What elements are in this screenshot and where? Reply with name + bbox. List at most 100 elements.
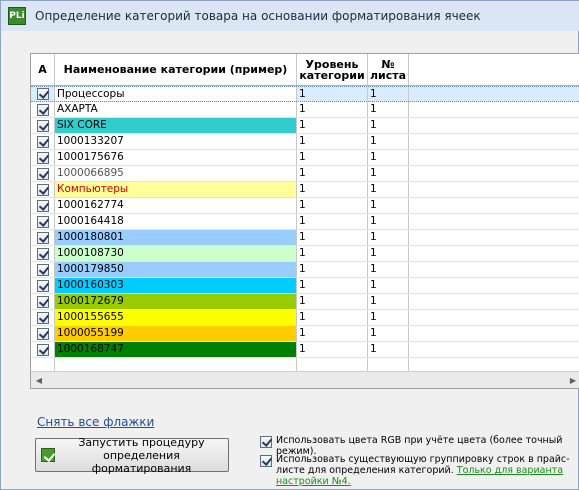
table-row[interactable]: Компьютеры 1 1 [31,182,579,198]
table-row[interactable]: 1000179850 1 1 [31,262,579,278]
row-checkbox[interactable] [36,167,49,180]
row-sheet[interactable]: 1 [368,310,409,325]
row-sheet[interactable]: 1 [368,150,409,165]
table-row[interactable]: 1000175676 1 1 [31,150,579,166]
clear-all-flags-link[interactable]: Снять все флажки [37,415,154,429]
row-checkbox[interactable] [36,231,49,244]
row-level[interactable]: 1 [297,246,368,261]
row-level[interactable]: 1 [297,134,368,149]
row-flag-cell[interactable] [31,342,55,357]
row-category-name[interactable]: 1000179850 [55,262,297,277]
row-flag-cell[interactable] [31,198,55,213]
row-sheet[interactable]: 1 [368,230,409,245]
row-category-name[interactable]: Процессоры [55,87,297,101]
row-sheet[interactable]: 1 [368,198,409,213]
row-checkbox[interactable] [36,247,49,260]
row-flag-cell[interactable] [31,166,55,181]
table-row[interactable]: AXAPTA 1 1 [31,102,579,118]
row-checkbox[interactable] [36,327,49,340]
row-category-name[interactable]: 1000175676 [55,150,297,165]
row-sheet[interactable]: 1 [368,246,409,261]
row-category-name[interactable]: 1000108730 [55,246,297,261]
scroll-right-icon[interactable]: ▶ [565,372,579,388]
row-sheet[interactable]: 1 [368,262,409,277]
row-sheet[interactable]: 1 [368,326,409,341]
row-level[interactable]: 1 [297,198,368,213]
row-flag-cell[interactable] [31,230,55,245]
row-level[interactable]: 1 [297,118,368,133]
table-row[interactable]: 1000180801 1 1 [31,230,579,246]
row-category-name[interactable]: 1000172679 [55,294,297,309]
header-col-a[interactable]: А [31,54,55,85]
row-level[interactable]: 1 [297,102,368,117]
row-sheet[interactable]: 1 [368,118,409,133]
row-level[interactable]: 1 [297,214,368,229]
row-level[interactable]: 1 [297,278,368,293]
row-checkbox[interactable] [36,151,49,164]
row-flag-cell[interactable] [31,182,55,197]
row-flag-cell[interactable] [31,294,55,309]
row-level[interactable]: 1 [297,310,368,325]
row-flag-cell[interactable] [31,118,55,133]
row-flag-cell[interactable] [31,326,55,341]
row-checkbox[interactable] [36,343,49,356]
table-row[interactable]: 1000133207 1 1 [31,134,579,150]
table-row[interactable]: 1000172679 1 1 [31,294,579,310]
grouping-checkbox[interactable] [260,455,272,467]
row-checkbox[interactable] [36,199,49,212]
row-category-name[interactable]: 1000160303 [55,278,297,293]
table-row[interactable]: SIX CORE 1 1 [31,118,579,134]
row-category-name[interactable]: 1000164418 [55,214,297,229]
row-checkbox[interactable] [36,103,49,116]
row-level[interactable]: 1 [297,342,368,357]
table-row[interactable]: 1000164418 1 1 [31,214,579,230]
row-category-name[interactable]: SIX CORE [55,118,297,133]
row-sheet[interactable]: 1 [368,166,409,181]
row-level[interactable]: 1 [297,262,368,277]
row-sheet[interactable]: 1 [368,342,409,357]
row-category-name[interactable]: 1000133207 [55,134,297,149]
rgb-checkbox[interactable] [260,436,272,448]
row-sheet[interactable]: 1 [368,87,409,101]
header-col-sheet[interactable]: № листа [368,54,409,85]
row-flag-cell[interactable] [31,150,55,165]
row-level[interactable]: 1 [297,326,368,341]
row-category-name[interactable]: 1000168747 [55,342,297,357]
row-flag-cell[interactable] [31,278,55,293]
row-checkbox[interactable] [36,88,49,100]
row-checkbox[interactable] [36,295,49,308]
table-row[interactable]: 1000162774 1 1 [31,198,579,214]
row-sheet[interactable]: 1 [368,214,409,229]
row-checkbox[interactable] [36,279,49,292]
table-row[interactable]: 1000108730 1 1 [31,246,579,262]
row-flag-cell[interactable] [31,134,55,149]
row-level[interactable]: 1 [297,182,368,197]
row-flag-cell[interactable] [31,87,55,101]
row-checkbox[interactable] [36,135,49,148]
row-checkbox[interactable] [36,119,49,132]
row-category-name[interactable]: 1000155655 [55,310,297,325]
row-category-name[interactable]: 1000066895 [55,166,297,181]
run-procedure-button[interactable]: Запустить процедуру определения форматир… [35,436,229,475]
row-checkbox[interactable] [36,263,49,276]
row-category-name[interactable]: 1000055199 [55,326,297,341]
scroll-left-icon[interactable]: ◀ [31,372,47,388]
row-flag-cell[interactable] [31,102,55,117]
horizontal-scrollbar[interactable]: ◀ ▶ [31,371,579,388]
row-sheet[interactable]: 1 [368,182,409,197]
option-grouping[interactable]: Использовать существующую группировку ст… [260,454,579,487]
row-level[interactable]: 1 [297,294,368,309]
row-flag-cell[interactable] [31,246,55,261]
row-sheet[interactable]: 1 [368,278,409,293]
row-flag-cell[interactable] [31,214,55,229]
scroll-track[interactable] [47,374,565,387]
row-sheet[interactable]: 1 [368,102,409,117]
row-flag-cell[interactable] [31,310,55,325]
table-row[interactable]: 1000160303 1 1 [31,278,579,294]
header-col-name[interactable]: Наименование категории (пример) [55,54,297,85]
row-level[interactable]: 1 [297,230,368,245]
row-flag-cell[interactable] [31,262,55,277]
row-level[interactable]: 1 [297,87,368,101]
row-category-name[interactable]: AXAPTA [55,102,297,117]
row-checkbox[interactable] [36,311,49,324]
